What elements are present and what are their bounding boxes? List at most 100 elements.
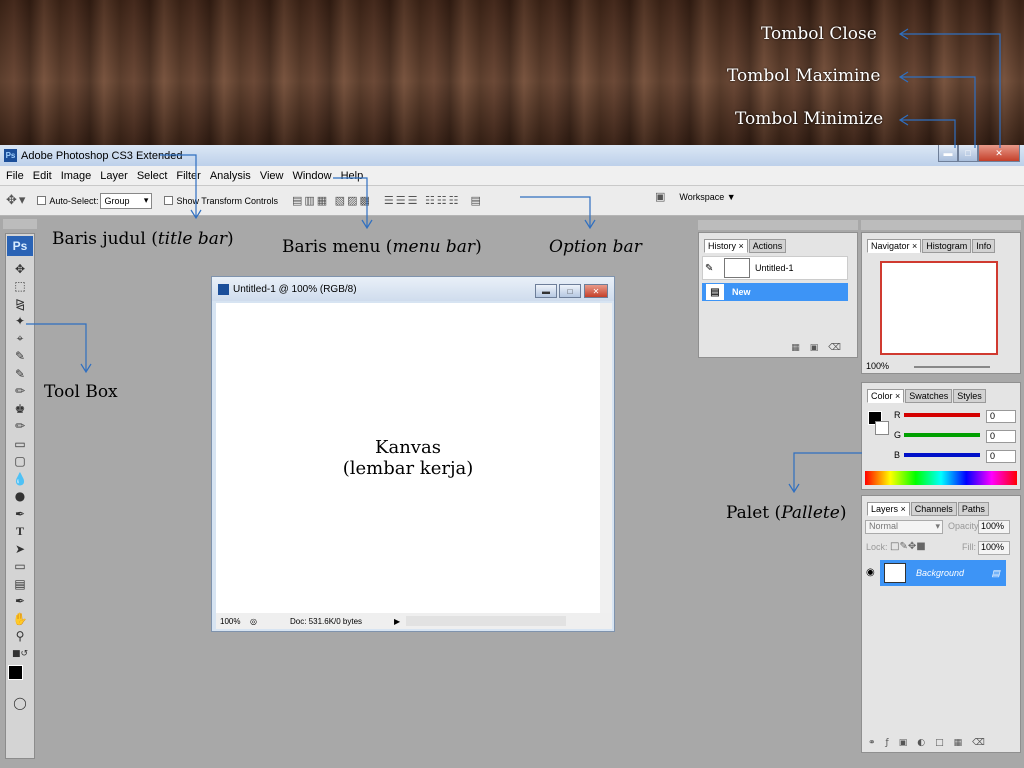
history-state-row[interactable]: ▤ New: [702, 283, 848, 301]
zoom-tool-icon[interactable]: ⚲: [8, 628, 32, 646]
history-footer-icons[interactable]: ▦▣⌫: [791, 343, 851, 353]
menu-window[interactable]: Window: [292, 170, 331, 182]
maximize-button[interactable]: □: [958, 145, 978, 162]
fill-value[interactable]: 100%: [978, 541, 1010, 555]
channel-r-slider[interactable]: [904, 413, 980, 417]
gradient-tool-icon[interactable]: ▢: [8, 453, 32, 471]
tab-channels[interactable]: Channels: [910, 502, 957, 516]
status-menu-icon[interactable]: ◎: [250, 617, 290, 626]
pen-tool-icon[interactable]: ✒: [8, 505, 32, 523]
notes-tool-icon[interactable]: ▤: [8, 575, 32, 593]
distribute-icons[interactable]: ☰☰☰ ☷☷☷: [384, 194, 461, 207]
channel-b-value[interactable]: 0: [986, 450, 1016, 463]
tab-layers[interactable]: Layers ×: [867, 502, 910, 516]
menu-image[interactable]: Image: [61, 170, 92, 182]
layer-row-background[interactable]: Background ▤: [880, 560, 1006, 586]
history-dock-strip: [698, 220, 858, 230]
tab-paths[interactable]: Paths: [957, 502, 989, 516]
status-arrow-icon[interactable]: ▶: [394, 617, 400, 626]
shape-tool-icon[interactable]: ▭: [8, 558, 32, 576]
crop-tool-icon[interactable]: ⌖: [8, 330, 32, 348]
layers-panel: Layers × Channels Paths Normal ▾ Opacity:…: [861, 495, 1021, 753]
magic-wand-tool-icon[interactable]: ✦: [8, 313, 32, 331]
navigator-preview[interactable]: [880, 261, 998, 355]
menu-select[interactable]: Select: [137, 170, 168, 182]
type-tool-icon[interactable]: T: [8, 523, 32, 541]
clone-stamp-tool-icon[interactable]: ♚: [8, 400, 32, 418]
channel-r-value[interactable]: 0: [986, 410, 1016, 423]
menu-edit[interactable]: Edit: [33, 170, 52, 182]
workspace-button[interactable]: Workspace ▼: [679, 192, 735, 202]
bridge-icon[interactable]: ▣: [655, 190, 667, 203]
eyedropper-tool-icon[interactable]: ✒: [8, 593, 32, 611]
history-panel: History × Actions ✎ Untitled-1 ▤ New ▦▣⌫: [698, 232, 858, 358]
layers-footer-icons[interactable]: ⚭ƒ▣◐□▦⌫: [868, 738, 995, 748]
tab-actions[interactable]: Actions: [748, 239, 787, 253]
tab-navigator[interactable]: Navigator ×: [867, 239, 922, 253]
tab-swatches[interactable]: Swatches: [905, 389, 953, 403]
color-background-swatch[interactable]: [875, 421, 889, 435]
opacity-value[interactable]: 100%: [978, 520, 1010, 534]
auto-select-checkbox[interactable]: [37, 196, 47, 205]
move-tool-icon[interactable]: ✥: [8, 260, 32, 278]
channel-r-label: R: [894, 410, 901, 420]
dodge-tool-icon[interactable]: ●: [8, 488, 32, 506]
history-snapshot-row[interactable]: ✎ Untitled-1: [702, 256, 848, 280]
menu-layer[interactable]: Layer: [100, 170, 128, 182]
document-vertical-scrollbar[interactable]: [600, 303, 612, 613]
document-maximize-button[interactable]: □: [559, 284, 581, 298]
foreground-background-swatch[interactable]: [8, 664, 32, 691]
path-selection-tool-icon[interactable]: ➤: [8, 540, 32, 558]
hand-tool-icon[interactable]: ✋: [8, 610, 32, 628]
lock-icons[interactable]: □✎✥■: [890, 541, 926, 552]
move-tool-icon[interactable]: ✥▾: [6, 193, 27, 208]
color-channel-g[interactable]: G 0: [894, 430, 1018, 446]
auto-align-icon[interactable]: ▤: [471, 194, 483, 207]
channel-g-value[interactable]: 0: [986, 430, 1016, 443]
color-spectrum-bar[interactable]: [865, 471, 1017, 485]
history-brush-tool-icon[interactable]: ✏: [8, 418, 32, 436]
document-minimize-button[interactable]: ▬: [535, 284, 557, 298]
color-channel-r[interactable]: R 0: [894, 410, 1018, 426]
document-zoom[interactable]: 100%: [220, 617, 250, 626]
close-button[interactable]: ✕: [978, 145, 1020, 162]
tab-color[interactable]: Color ×: [867, 389, 905, 403]
menu-view[interactable]: View: [260, 170, 284, 182]
menu-help[interactable]: Help: [341, 170, 364, 182]
default-colors-icon[interactable]: ■↺: [8, 645, 32, 663]
document-close-button[interactable]: ✕: [584, 284, 608, 298]
navigator-panel: Navigator × Histogram Info 100%: [861, 232, 1021, 374]
slice-tool-icon[interactable]: ✎: [8, 348, 32, 366]
navigator-zoom-slider[interactable]: [914, 366, 990, 368]
navigator-zoom[interactable]: 100%: [866, 361, 889, 371]
channel-b-slider[interactable]: [904, 453, 980, 457]
document-icon: [218, 283, 229, 295]
horizontal-scrollbar[interactable]: [406, 616, 567, 626]
auto-select-dropdown[interactable]: Group ▾: [100, 192, 153, 209]
channel-g-slider[interactable]: [904, 433, 980, 437]
marquee-tool-icon[interactable]: ⬚: [8, 278, 32, 296]
menu-analysis[interactable]: Analysis: [210, 170, 251, 182]
tab-styles[interactable]: Styles: [953, 389, 986, 403]
brush-tool-icon[interactable]: ✏: [8, 383, 32, 401]
layer-name: Background: [916, 568, 965, 578]
layer-visibility-icon[interactable]: ◉: [866, 567, 875, 578]
quick-mask-icon[interactable]: ◯: [8, 695, 32, 713]
foreground-color[interactable]: [8, 664, 23, 680]
lasso-tool-icon[interactable]: ⧎: [8, 295, 32, 313]
menu-file[interactable]: File: [6, 170, 24, 182]
blur-tool-icon[interactable]: 💧: [8, 470, 32, 488]
tab-histogram[interactable]: Histogram: [922, 239, 972, 253]
tab-info[interactable]: Info: [972, 239, 996, 253]
color-channel-b[interactable]: B 0: [894, 450, 1018, 466]
eraser-tool-icon[interactable]: ▭: [8, 435, 32, 453]
align-icons[interactable]: ▤▥▦ ▧▨▩: [292, 194, 372, 207]
minimize-button[interactable]: ▬: [938, 145, 958, 162]
canvas[interactable]: Kanvas (lembar kerja): [216, 303, 600, 613]
tab-history[interactable]: History ×: [704, 239, 748, 253]
blend-mode-select[interactable]: Normal ▾: [865, 520, 943, 534]
show-transform-checkbox[interactable]: [164, 196, 174, 205]
healing-brush-tool-icon[interactable]: ✎: [8, 365, 32, 383]
menu-filter[interactable]: Filter: [176, 170, 200, 182]
history-state-icon: ▤: [706, 284, 724, 300]
